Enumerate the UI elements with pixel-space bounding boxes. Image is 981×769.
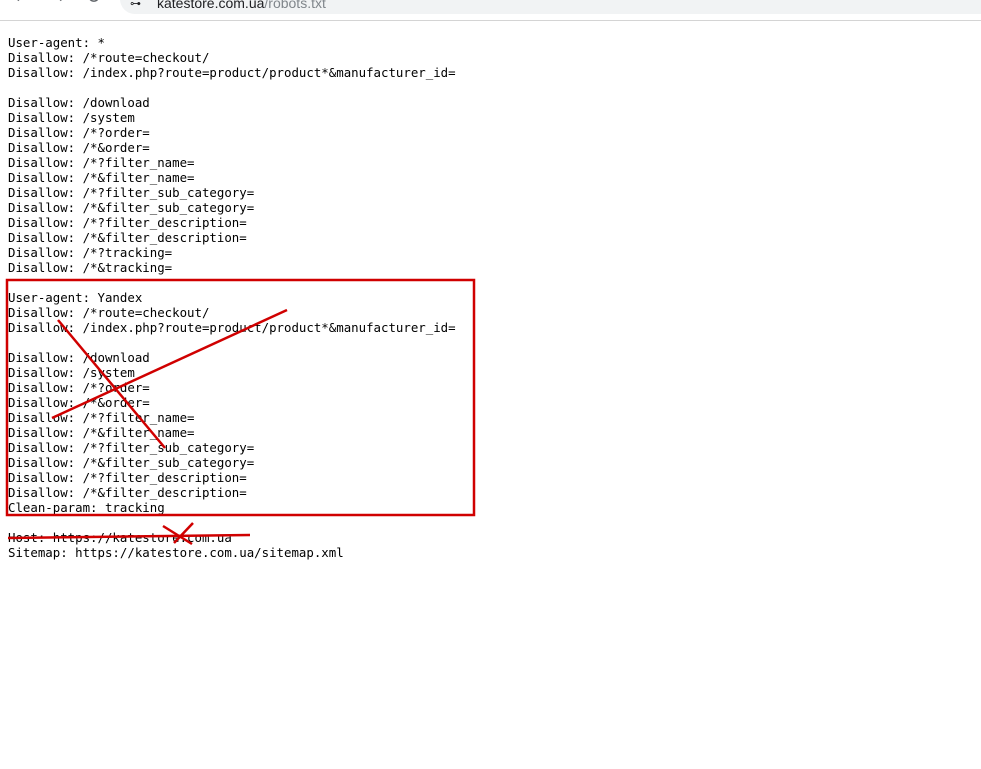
robots-line: Disallow: /*&filter_sub_category= [8,200,255,215]
robots-line: Disallow: /*?filter_description= [8,215,247,230]
robots-line: Disallow: /*route=checkout/ [8,50,210,65]
robots-line: Disallow: /*&filter_description= [8,230,247,245]
robots-line: User-agent: * [8,35,105,50]
robots-line: Disallow: /*?tracking= [8,245,173,260]
robots-line: Disallow: /*&tracking= [8,260,173,275]
robots-line: Disallow: /*?filter_name= [8,410,195,425]
robots-line: Disallow: /index.php?route=product/produ… [8,320,456,335]
address-url[interactable]: katestore.com.ua/robots.txt [157,0,326,11]
robots-line: Disallow: /*&filter_sub_category= [8,455,255,470]
address-bar[interactable]: ⊶ katestore.com.ua/robots.txt [120,0,981,14]
robots-line: Disallow: /*?filter_sub_category= [8,440,255,455]
reload-icon[interactable]: ↻ [86,0,101,8]
site-info-icon[interactable]: ⊶ [130,0,141,10]
robots-line: Clean-param: tracking [8,500,165,515]
address-host: katestore.com.ua [157,0,265,11]
robots-line: Disallow: /*?filter_sub_category= [8,185,255,200]
robots-line: Disallow: /*?filter_name= [8,155,195,170]
robots-line: Disallow: /download [8,350,150,365]
robots-line: Disallow: /download [8,95,150,110]
robots-line: Disallow: /*?order= [8,380,150,395]
robots-line: Disallow: /*&order= [8,140,150,155]
robots-line: Disallow: /*&filter_description= [8,485,247,500]
back-arrow-icon[interactable]: ← [14,0,29,8]
robots-line: Disallow: /*route=checkout/ [8,305,210,320]
robots-txt-content: User-agent: * Disallow: /*route=checkout/… [8,35,456,560]
browser-toolbar: ← → ↻ ⊶ katestore.com.ua/robots.txt [0,0,981,21]
robots-line: Disallow: /*&filter_name= [8,425,195,440]
robots-line: User-agent: Yandex [8,290,143,305]
forward-arrow-icon[interactable]: → [50,0,65,8]
address-path: /robots.txt [264,0,326,11]
robots-line: Disallow: /index.php?route=product/produ… [8,65,456,80]
robots-line: Disallow: /*&order= [8,395,150,410]
robots-line: Disallow: /system [8,110,135,125]
robots-line: Disallow: /*?filter_description= [8,470,247,485]
robots-line: Disallow: /*?order= [8,125,150,140]
robots-line: Disallow: /*&filter_name= [8,170,195,185]
robots-line: Sitemap: https://katestore.com.ua/sitema… [8,545,344,560]
robots-line: Disallow: /system [8,365,135,380]
robots-line: Host: https://katestore.com.ua [8,530,232,545]
